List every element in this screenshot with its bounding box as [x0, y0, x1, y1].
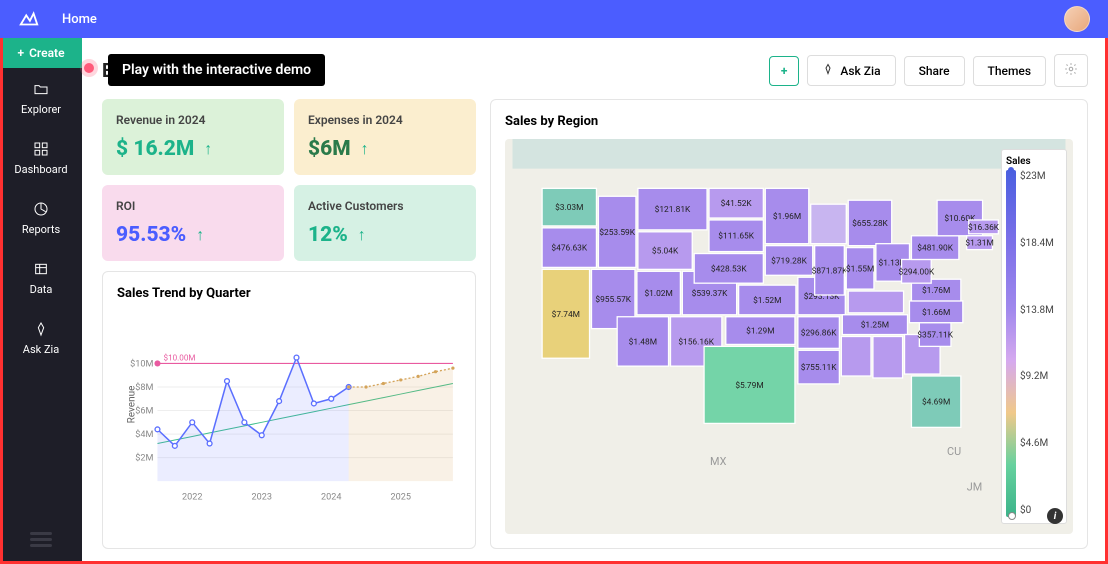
sales-region-panel: Sales by Region $3.03M$476.63K$7.74M$253…: [490, 99, 1088, 549]
svg-text:CU: CU: [947, 445, 961, 458]
themes-button[interactable]: Themes: [973, 56, 1046, 86]
app-logo: [18, 8, 40, 30]
sidebar-item-data[interactable]: Data: [0, 248, 82, 308]
kpi-revenue[interactable]: Revenue in 2024 $ 16.2M↑: [102, 99, 284, 175]
grid-icon: [32, 140, 50, 158]
svg-text:2025: 2025: [391, 492, 411, 502]
arrow-up-icon: ↑: [361, 139, 369, 159]
content: Executive Dashboard + Ask Zia Share Them…: [82, 38, 1108, 564]
svg-text:MX: MX: [710, 455, 727, 468]
sidebar-item-explorer[interactable]: Explorer: [0, 68, 82, 128]
svg-text:2023: 2023: [252, 492, 272, 502]
svg-text:$1.76M: $1.76M: [922, 285, 950, 296]
sidebar-item-dashboard[interactable]: Dashboard: [0, 128, 82, 188]
gear-icon: [1064, 62, 1078, 79]
svg-text:$476.63K: $476.63K: [551, 243, 587, 254]
svg-text:$296.86K: $296.86K: [801, 328, 837, 339]
svg-text:$111.65K: $111.65K: [718, 231, 754, 242]
svg-text:$253.59K: $253.59K: [599, 227, 635, 238]
svg-text:$3.03M: $3.03M: [555, 202, 583, 213]
svg-text:$755.11K: $755.11K: [801, 362, 837, 373]
svg-text:$871.87K: $871.87K: [812, 265, 848, 276]
svg-text:$655.28K: $655.28K: [852, 218, 888, 229]
zia-icon: [822, 63, 834, 78]
svg-text:$1.48M: $1.48M: [629, 336, 657, 347]
kpi-roi[interactable]: ROI 95.53%↑: [102, 185, 284, 261]
sidebar-collapse[interactable]: [0, 529, 82, 564]
svg-text:$10.00M: $10.00M: [164, 352, 196, 362]
arrow-up-icon: ↑: [358, 225, 366, 245]
topbar: Home: [0, 0, 1108, 38]
svg-text:$1.66M: $1.66M: [922, 307, 950, 318]
svg-text:$955.57K: $955.57K: [595, 294, 631, 305]
svg-text:$428.53K: $428.53K: [711, 263, 747, 274]
svg-text:JM: JM: [967, 481, 982, 494]
kpi-expenses[interactable]: Expenses in 2024 $6M↑: [294, 99, 476, 175]
zia-icon: [32, 320, 50, 338]
svg-text:$481.90K: $481.90K: [917, 243, 953, 254]
arrow-up-icon: ↑: [204, 139, 212, 159]
sidebar-item-askzia[interactable]: Ask Zia: [0, 308, 82, 368]
folder-icon: [32, 80, 50, 98]
sidebar: + Create Explorer Dashboard Reports Data…: [0, 38, 82, 564]
demo-dot: [84, 63, 94, 73]
map-legend: Sales $23M$18.4M$13.8M$9.2M$4.6M$0: [1001, 149, 1067, 524]
svg-text:$41.52K: $41.52K: [721, 198, 753, 209]
svg-text:$719.28K: $719.28K: [771, 255, 807, 266]
svg-text:$7.74M: $7.74M: [552, 309, 580, 320]
svg-text:$8M: $8M: [135, 382, 153, 393]
kpi-active[interactable]: Active Customers 12%↑: [294, 185, 476, 261]
add-button[interactable]: +: [769, 56, 800, 86]
info-icon[interactable]: i: [1047, 508, 1063, 524]
demo-tooltip: Play with the interactive demo: [108, 54, 325, 86]
arrow-up-icon: ↑: [196, 225, 204, 245]
settings-button[interactable]: [1054, 54, 1088, 87]
svg-text:$1.52M: $1.52M: [753, 295, 781, 306]
svg-text:2022: 2022: [182, 492, 202, 502]
svg-text:$121.81K: $121.81K: [655, 204, 691, 215]
svg-text:$1.02M: $1.02M: [644, 288, 672, 299]
svg-text:$4M: $4M: [135, 429, 153, 440]
svg-text:$5.79M: $5.79M: [735, 380, 763, 391]
yaxis-label: Revenue: [126, 385, 137, 423]
legend-gradient: [1006, 170, 1016, 517]
share-button[interactable]: Share: [904, 56, 965, 86]
svg-text:$16.36K: $16.36K: [968, 222, 1000, 233]
ask-zia-button[interactable]: Ask Zia: [807, 55, 895, 86]
svg-text:$4.69M: $4.69M: [922, 397, 950, 408]
svg-text:$357.11K: $357.11K: [917, 329, 953, 340]
svg-text:$1.31M: $1.31M: [965, 238, 993, 249]
svg-text:2024: 2024: [321, 492, 341, 502]
svg-text:$539.37K: $539.37K: [692, 288, 728, 299]
table-icon: [32, 260, 50, 278]
sidebar-item-reports[interactable]: Reports: [0, 188, 82, 248]
breadcrumb-home[interactable]: Home: [62, 12, 97, 27]
svg-text:$1.55M: $1.55M: [846, 263, 874, 274]
pie-icon: [32, 200, 50, 218]
svg-text:$1.96M: $1.96M: [773, 211, 801, 222]
region-map[interactable]: $3.03M $476.63K $7.74M $253.59K $955.57K $121…: [505, 139, 1073, 534]
user-avatar[interactable]: [1064, 6, 1090, 32]
sales-trend-panel: Sales Trend by Quarter Revenue $2M$4M$6M…: [102, 271, 476, 549]
svg-text:$6M: $6M: [135, 406, 153, 417]
svg-text:$1.29M: $1.29M: [746, 326, 774, 337]
trend-chart[interactable]: $2M $4M $6M $8M $10M 2022 2023 2024 2025 $10.00M: [117, 311, 461, 534]
create-button[interactable]: + Create: [0, 38, 82, 68]
svg-text:$2M: $2M: [135, 453, 153, 464]
svg-text:$294.00K: $294.00K: [899, 266, 935, 277]
plus-icon: +: [17, 46, 24, 60]
svg-text:$1.25M: $1.25M: [861, 320, 889, 331]
svg-text:$5.04K: $5.04K: [652, 246, 679, 257]
svg-text:$10M: $10M: [130, 358, 153, 369]
